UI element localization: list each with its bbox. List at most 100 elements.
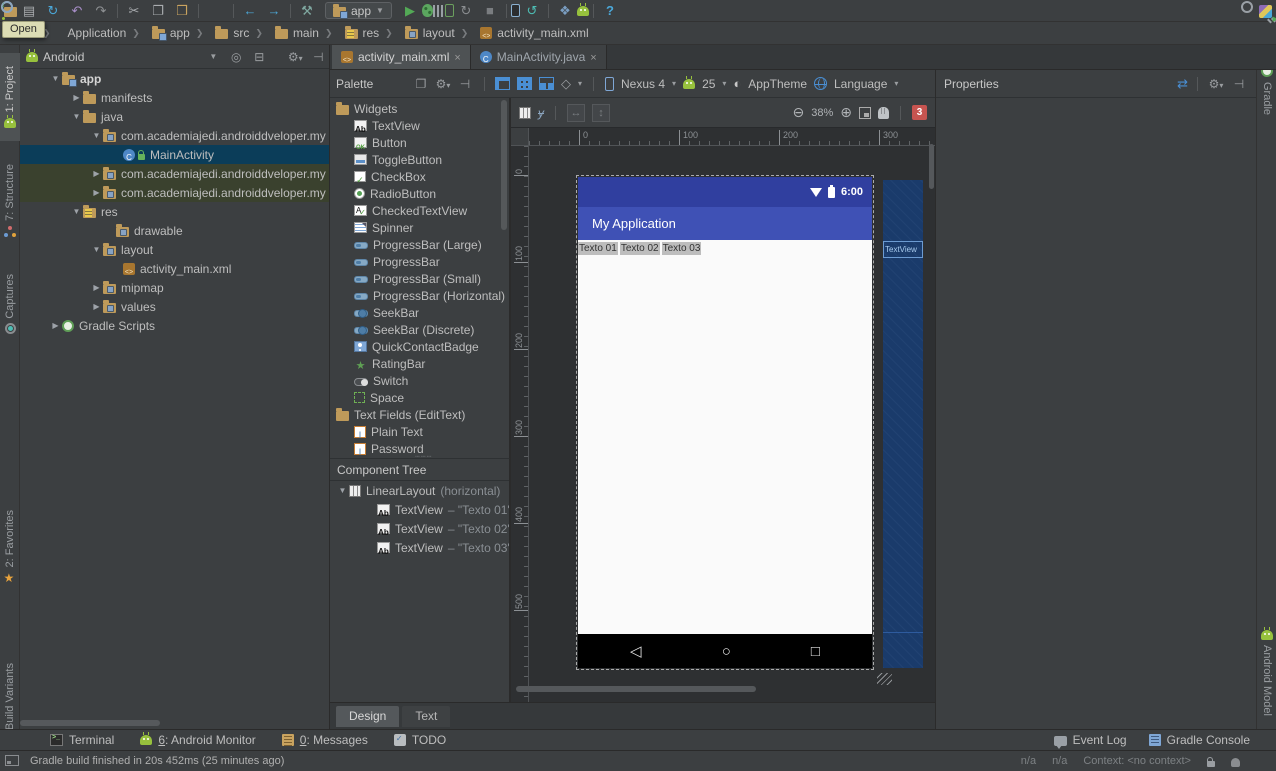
tree-expand-arrow[interactable]: ▶	[90, 302, 103, 311]
variant-y-icon[interactable]: y	[538, 106, 544, 120]
design-canvas[interactable]: 0 100 200 300 0 100 200 300 400 500 6:00 My Appl…	[511, 128, 935, 702]
palette-item-button[interactable]: Button	[330, 134, 509, 151]
tree-row-drawable[interactable]: drawable	[20, 221, 329, 240]
layout-variant-columns-icon[interactable]	[539, 77, 554, 90]
tree-row-app[interactable]: ▼ app	[20, 69, 329, 88]
textview-widget[interactable]: Texto 01	[578, 241, 618, 255]
gradle-console-button[interactable]: Gradle Console	[1148, 733, 1250, 747]
lock-icon[interactable]	[1207, 756, 1215, 767]
palette-item-ratingbar[interactable]: RatingBar	[330, 355, 509, 372]
synchronize-icon[interactable]: ↻	[41, 1, 65, 21]
palette-item-radiobutton[interactable]: RadioButton	[330, 185, 509, 202]
palette-item-switch[interactable]: Switch	[330, 372, 509, 389]
redo-icon[interactable]: ↷	[89, 1, 113, 21]
tree-expand-arrow[interactable]: ▶	[90, 169, 103, 178]
palette-item-checkbox[interactable]: CheckBox	[330, 168, 509, 185]
gradle-sync-icon[interactable]: ↺	[520, 1, 544, 21]
run-configuration-selector[interactable]: app ▼	[325, 2, 392, 19]
tree-row-res[interactable]: ▼ res	[20, 202, 329, 221]
make-project-icon[interactable]: ⚒	[295, 1, 319, 21]
project-horizontal-scrollbar[interactable]	[20, 720, 160, 726]
paste-icon[interactable]: ❒	[170, 1, 194, 21]
tree-row-activity-main[interactable]: activity_main.xml	[20, 259, 329, 278]
zoom-out-button[interactable]: ⊖	[793, 104, 805, 121]
layout-variant-icon[interactable]	[495, 77, 510, 90]
tab-text[interactable]: Text	[402, 705, 451, 727]
palette-item-togglebutton[interactable]: ToggleButton	[330, 151, 509, 168]
stop-icon[interactable]: ■	[478, 1, 502, 21]
blueprint-textview-box[interactable]: TextView	[883, 241, 923, 258]
design-horizontal-scrollbar[interactable]	[516, 686, 756, 692]
tree-row-mipmap[interactable]: ▶ mipmap	[20, 278, 329, 297]
gear-icon[interactable]: ⚙▾	[434, 77, 452, 91]
palette-item-spinner[interactable]: Spinner	[330, 219, 509, 236]
tab-mainactivity-java[interactable]: MainActivity.java	[470, 45, 607, 69]
tree-row-gradle-scripts[interactable]: ▶ Gradle Scripts	[20, 316, 329, 335]
tree-expand-arrow[interactable]: ▼	[336, 486, 349, 495]
android-monitor-button[interactable]: 6: Android Monitor	[140, 732, 256, 747]
tree-row-package-test[interactable]: ▶ com.academiajedi.androiddveloper.my	[20, 164, 329, 183]
tree-expand-arrow[interactable]: ▼	[49, 74, 62, 83]
palette-item-seekbar-discrete[interactable]: SeekBar (Discrete)	[330, 321, 509, 338]
inspections-profile-icon[interactable]	[1231, 757, 1240, 767]
event-log-button[interactable]: Event Log	[1053, 733, 1127, 749]
rerun-icon[interactable]: ↻	[454, 1, 478, 21]
gear-icon[interactable]: ⚙▾	[1207, 77, 1225, 91]
layout-content-area[interactable]	[578, 256, 872, 634]
swap-view-icon[interactable]: ⇄	[1177, 76, 1188, 92]
tree-row-mainactivity[interactable]: MainActivity	[20, 145, 329, 164]
splitter-handle[interactable]: ┄┄┄	[415, 452, 432, 461]
breadcrumb-file[interactable]: activity_main.xml	[458, 26, 592, 40]
run-icon[interactable]: ▶	[398, 1, 422, 21]
palette-item-progressbar-horizontal[interactable]: ProgressBar (Horizontal)	[330, 287, 509, 304]
toolwindow-project[interactable]: 1: Project	[0, 53, 20, 141]
textview-widget[interactable]: Texto 03	[661, 241, 702, 255]
breadcrumb-main[interactable]: main	[252, 26, 322, 40]
palette-item-plain-text[interactable]: Plain Text	[330, 423, 509, 440]
tree-expand-arrow[interactable]: ▼	[70, 207, 83, 216]
breadcrumb-layout[interactable]: layout	[382, 26, 458, 40]
linearlayout-icon[interactable]	[519, 106, 531, 119]
chevron-down-icon[interactable]: ▼	[209, 52, 217, 62]
breadcrumb-application[interactable]: Application	[40, 26, 129, 40]
help-icon[interactable]: ?	[598, 1, 622, 21]
attach-debugger-icon[interactable]	[444, 4, 454, 17]
breadcrumb-src[interactable]: src	[193, 26, 253, 40]
tree-row-package[interactable]: ▼ com.academiajedi.androiddveloper.my	[20, 126, 329, 145]
palette-item-quickcontactbadge[interactable]: QuickContactBadge	[330, 338, 509, 355]
preview-copy-icon[interactable]: ❐	[412, 77, 430, 91]
hide-panel-icon[interactable]: ⊣	[309, 50, 327, 64]
toolwindow-favorites[interactable]: 2: Favorites	[0, 490, 20, 605]
toolwindow-captures[interactable]: Captures	[0, 260, 20, 348]
toolwindow-toggle-icon[interactable]	[5, 755, 19, 766]
tree-expand-arrow[interactable]: ▶	[70, 93, 83, 102]
tree-row-manifests[interactable]: ▶ manifests	[20, 88, 329, 107]
cut-icon[interactable]: ✂	[122, 1, 146, 21]
palette-item-seekbar[interactable]: SeekBar	[330, 304, 509, 321]
zoom-in-button[interactable]: ⊕	[840, 104, 852, 121]
project-view-selector[interactable]: Android	[43, 50, 84, 64]
forward-icon[interactable]: →	[262, 1, 286, 21]
close-tab-icon[interactable]	[590, 50, 596, 64]
tree-expand-arrow[interactable]: ▶	[90, 188, 103, 197]
tree-expand-arrow[interactable]: ▶	[90, 283, 103, 292]
todo-button[interactable]: TODO	[393, 733, 446, 747]
locate-file-icon[interactable]: ◎	[227, 50, 245, 64]
tree-row-package-test[interactable]: ▶ com.academiajedi.androiddveloper.my	[20, 183, 329, 202]
component-textview-3[interactable]: TextView – "Texto 03"	[330, 538, 509, 557]
component-textview-2[interactable]: TextView – "Texto 02"	[330, 519, 509, 538]
palette-group-textfields[interactable]: Text Fields (EditText)	[330, 406, 509, 423]
palette-item-progressbar-large[interactable]: ProgressBar (Large)	[330, 236, 509, 253]
device-selector[interactable]: Nexus 4	[621, 77, 665, 91]
tree-expand-arrow[interactable]: ▼	[90, 131, 103, 140]
component-linearlayout[interactable]: ▼ LinearLayout (horizontal)	[330, 481, 509, 500]
palette-item-progressbar[interactable]: ProgressBar	[330, 253, 509, 270]
tree-expand-arrow[interactable]: ▼	[90, 245, 103, 254]
sdk-manager-icon[interactable]	[576, 2, 589, 16]
breadcrumb-app[interactable]: app	[129, 26, 193, 41]
theme-selector[interactable]: AppTheme	[748, 77, 807, 91]
palette-scrollbar[interactable]	[501, 100, 507, 230]
tab-activity-main-xml[interactable]: activity_main.xml	[332, 45, 471, 69]
run-coverage-icon[interactable]	[432, 4, 445, 17]
tree-expand-arrow[interactable]: ▶	[49, 321, 62, 330]
